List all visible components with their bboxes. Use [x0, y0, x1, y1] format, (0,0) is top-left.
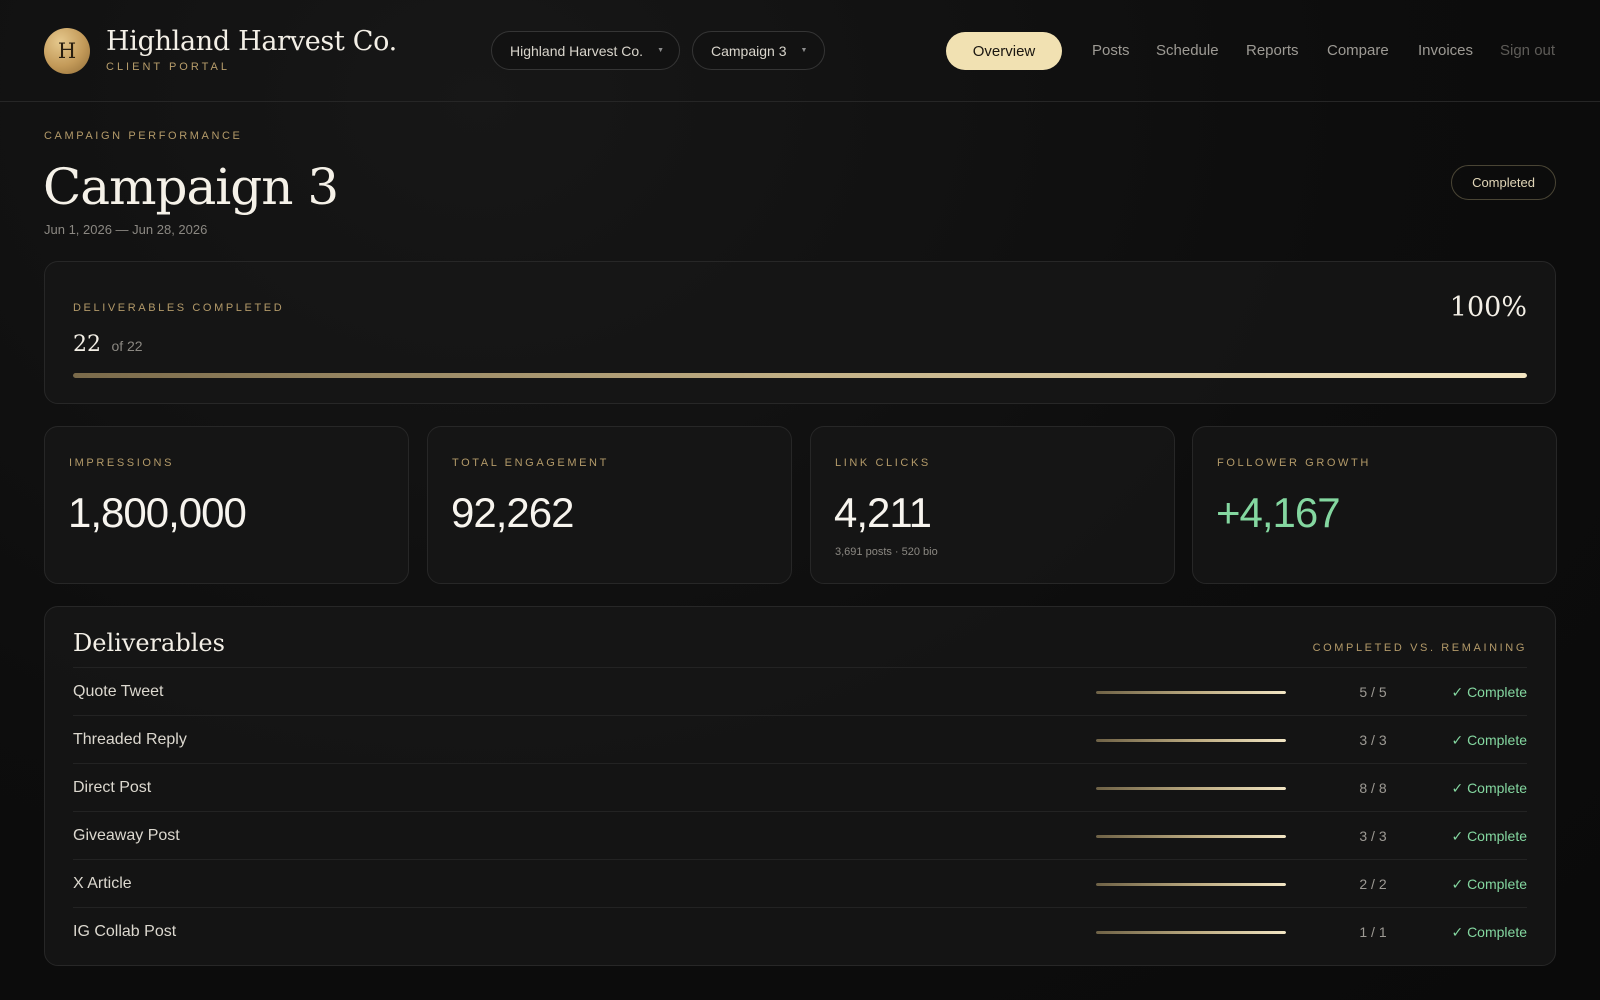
top-header: H Highland Harvest Co. CLIENT PORTAL Hig… — [0, 0, 1600, 102]
deliverable-progress-bar — [1096, 787, 1286, 790]
list-item[interactable]: Threaded Reply 3 / 3 ✓ Complete — [73, 715, 1527, 763]
deliverable-name: Giveaway Post — [73, 827, 180, 844]
stat-card-follower-growth: FOLLOWER GROWTH +4,167 — [1192, 426, 1557, 584]
progress-count: 22 of 22 — [73, 332, 143, 357]
deliverable-progress-fill — [1096, 691, 1286, 694]
deliverable-progress-fill — [1096, 739, 1286, 742]
brand-title[interactable]: Highland Harvest Co. — [106, 26, 397, 57]
deliverable-progress-fill — [1096, 931, 1286, 934]
deliverable-status: ✓ Complete — [1451, 828, 1527, 844]
deliverable-count: 2 / 2 — [1359, 876, 1387, 892]
list-item[interactable]: IG Collab Post 1 / 1 ✓ Complete — [73, 907, 1527, 955]
section-title: Deliverables — [73, 629, 225, 657]
deliverable-count: 3 / 3 — [1359, 828, 1387, 844]
progress-total: of 22 — [111, 338, 143, 354]
progress-bar — [73, 373, 1527, 378]
deliverable-name: Direct Post — [73, 779, 152, 796]
stat-label: FOLLOWER GROWTH — [1217, 457, 1371, 469]
stat-card-impressions: IMPRESSIONS 1,800,000 — [44, 426, 409, 584]
sign-out-link[interactable]: Sign out — [1500, 42, 1555, 59]
deliverable-status: ✓ Complete — [1451, 780, 1527, 796]
deliverable-count: 8 / 8 — [1359, 780, 1387, 796]
client-select-value: Highland Harvest Co. — [510, 42, 644, 59]
nav-invoices[interactable]: Invoices — [1418, 42, 1473, 59]
deliverable-name: IG Collab Post — [73, 923, 177, 940]
list-item[interactable]: Quote Tweet 5 / 5 ✓ Complete — [73, 667, 1527, 715]
deliverables-progress-card: DELIVERABLES COMPLETED 22 of 22 100% — [44, 261, 1556, 404]
brand-logo[interactable]: H — [44, 28, 90, 74]
nav-schedule[interactable]: Schedule — [1156, 42, 1219, 59]
deliverable-count: 3 / 3 — [1359, 732, 1387, 748]
page-eyebrow: CAMPAIGN PERFORMANCE — [44, 130, 243, 142]
deliverable-name: Threaded Reply — [73, 731, 187, 748]
section-legend: COMPLETED VS. REMAINING — [1312, 642, 1527, 654]
nav-posts[interactable]: Posts — [1092, 42, 1130, 59]
progress-label: DELIVERABLES COMPLETED — [73, 302, 285, 314]
nav-compare[interactable]: Compare — [1327, 42, 1389, 59]
list-item[interactable]: Direct Post 8 / 8 ✓ Complete — [73, 763, 1527, 811]
status-badge: Completed — [1451, 165, 1556, 200]
page-title: Campaign 3 — [43, 158, 339, 216]
nav-overview[interactable]: Overview — [946, 32, 1062, 70]
brand-logo-letter: H — [57, 39, 77, 63]
stat-value: 4,211 — [834, 489, 932, 536]
deliverable-progress-bar — [1096, 883, 1286, 886]
stat-label: LINK CLICKS — [835, 457, 931, 469]
deliverable-progress-bar — [1096, 739, 1286, 742]
nav-reports[interactable]: Reports — [1246, 42, 1299, 59]
list-item[interactable]: Giveaway Post 3 / 3 ✓ Complete — [73, 811, 1527, 859]
stat-value: 1,800,000 — [68, 489, 247, 536]
deliverable-status: ✓ Complete — [1451, 924, 1527, 940]
deliverable-progress-bar — [1096, 691, 1286, 694]
campaign-select-value: Campaign 3 — [711, 42, 787, 59]
stat-label: TOTAL ENGAGEMENT — [452, 457, 609, 469]
deliverables-card: Deliverables COMPLETED VS. REMAINING Quo… — [44, 606, 1556, 966]
campaign-select[interactable]: Campaign 3 ▼ — [692, 31, 825, 70]
deliverable-progress-bar — [1096, 931, 1286, 934]
stat-card-engagement: TOTAL ENGAGEMENT 92,262 — [427, 426, 792, 584]
stat-value: +4,167 — [1216, 489, 1341, 536]
stat-label: IMPRESSIONS — [69, 457, 175, 469]
chevron-down-icon: ▼ — [657, 47, 664, 54]
stat-breakdown: 3,691 posts · 520 bio — [835, 546, 938, 558]
deliverable-name: X Article — [73, 875, 132, 892]
deliverable-progress-fill — [1096, 883, 1286, 886]
chevron-down-icon: ▼ — [800, 47, 808, 54]
list-item[interactable]: X Article 2 / 2 ✓ Complete — [73, 859, 1527, 907]
brand-subtitle: CLIENT PORTAL — [106, 61, 230, 73]
deliverable-status: ✓ Complete — [1451, 732, 1527, 748]
deliverable-progress-fill — [1096, 787, 1286, 790]
deliverables-list: Quote Tweet 5 / 5 ✓ Complete Threaded Re… — [73, 667, 1527, 955]
progress-completed: 22 — [73, 332, 101, 357]
progress-percent: 100% — [1449, 292, 1527, 323]
deliverable-count: 1 / 1 — [1359, 924, 1387, 940]
deliverable-name: Quote Tweet — [73, 683, 164, 700]
deliverable-progress-bar — [1096, 835, 1286, 838]
stat-card-link-clicks: LINK CLICKS 4,211 3,691 posts · 520 bio — [810, 426, 1175, 584]
deliverable-status: ✓ Complete — [1451, 684, 1527, 700]
deliverable-count: 5 / 5 — [1359, 684, 1387, 700]
deliverable-status: ✓ Complete — [1451, 876, 1527, 892]
deliverable-progress-fill — [1096, 835, 1286, 838]
progress-bar-fill — [73, 373, 1527, 378]
client-select[interactable]: Highland Harvest Co. ▼ — [491, 31, 680, 70]
stat-value: 92,262 — [451, 489, 574, 536]
campaign-dates: Jun 1, 2026 — Jun 28, 2026 — [44, 222, 208, 237]
